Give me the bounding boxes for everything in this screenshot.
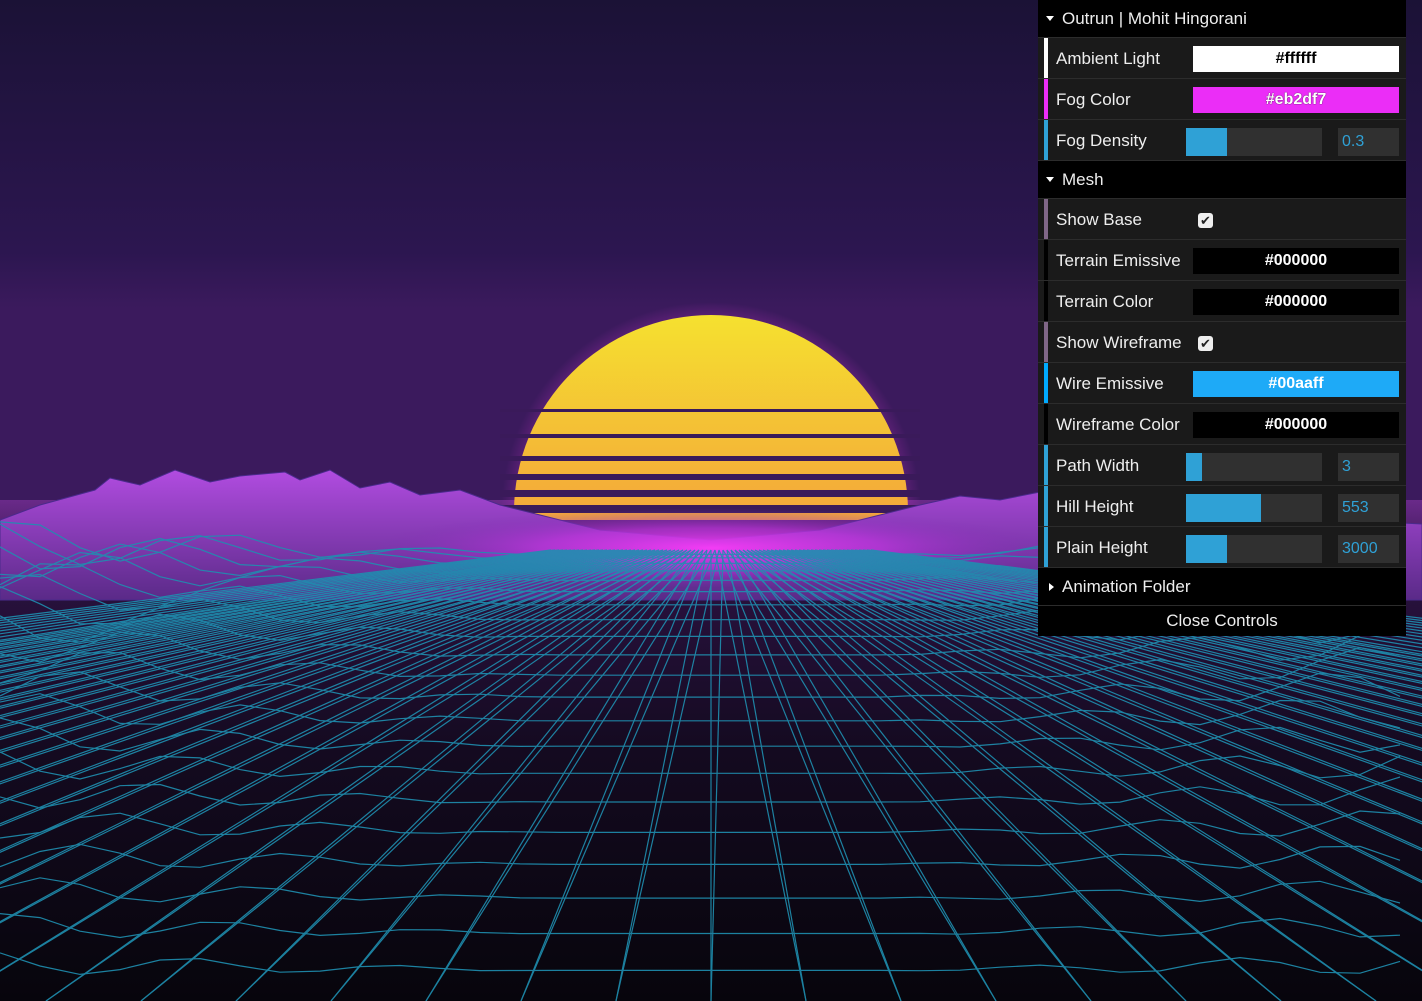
row-accent: [1044, 79, 1048, 119]
slider-fill: [1186, 494, 1261, 522]
control-label: Wireframe Color: [1056, 415, 1180, 434]
slider-fill: [1186, 453, 1203, 481]
chevron-right-icon: [1049, 582, 1054, 591]
path-width-number-input[interactable]: 3: [1338, 453, 1399, 481]
wireframe-color-input[interactable]: #000000: [1193, 412, 1399, 438]
control-label: Hill Height: [1056, 497, 1134, 516]
fog-density-slider[interactable]: [1186, 128, 1322, 156]
fog-density-number-input[interactable]: 0.3: [1338, 128, 1399, 156]
control-show-wireframe: Show Wireframe ✔: [1038, 322, 1406, 363]
control-label: Fog Density: [1056, 131, 1147, 150]
hill-height-number-input[interactable]: 553: [1338, 494, 1399, 522]
wire-emissive-color-input[interactable]: #00aaff: [1193, 371, 1399, 397]
control-show-base: Show Base ✔: [1038, 199, 1406, 240]
row-accent: [1044, 240, 1048, 280]
control-label: Wire Emissive: [1056, 374, 1164, 393]
chevron-down-icon: [1046, 16, 1054, 21]
plain-height-number-input[interactable]: 3000: [1338, 535, 1399, 563]
path-width-slider[interactable]: [1186, 453, 1322, 481]
control-terrain-color: Terrain Color #000000: [1038, 281, 1406, 322]
ambient-light-color-input[interactable]: #ffffff: [1193, 46, 1399, 72]
control-hill-height: Hill Height 553: [1038, 486, 1406, 527]
show-wireframe-checkbox[interactable]: ✔: [1198, 336, 1213, 351]
show-base-checkbox[interactable]: ✔: [1198, 213, 1213, 228]
fog-color-input[interactable]: #eb2df7: [1193, 87, 1399, 113]
folder-title-mesh[interactable]: Mesh: [1038, 161, 1406, 199]
row-accent: [1044, 445, 1048, 485]
control-label: Show Wireframe: [1056, 333, 1182, 352]
row-accent: [1044, 404, 1048, 444]
control-label: Ambient Light: [1056, 49, 1160, 68]
row-accent: [1044, 363, 1048, 403]
slider-fill: [1186, 128, 1227, 156]
folder-title-label: Animation Folder: [1062, 576, 1191, 596]
control-fog-density: Fog Density 0.3: [1038, 120, 1406, 161]
terrain-color-input[interactable]: #000000: [1193, 289, 1399, 315]
chevron-down-icon: [1046, 177, 1054, 182]
row-accent: [1044, 281, 1048, 321]
control-label: Terrain Color: [1056, 292, 1154, 311]
row-accent: [1044, 527, 1048, 567]
control-path-width: Path Width 3: [1038, 445, 1406, 486]
folder-title-label: Outrun | Mohit Hingorani: [1062, 8, 1247, 28]
row-accent: [1044, 199, 1048, 239]
control-wire-emissive: Wire Emissive #00aaff: [1038, 363, 1406, 404]
folder-title-animation[interactable]: Animation Folder: [1038, 568, 1406, 606]
hill-height-slider[interactable]: [1186, 494, 1322, 522]
folder-title-outrun[interactable]: Outrun | Mohit Hingorani: [1038, 0, 1406, 38]
control-label: Terrain Emissive: [1056, 251, 1181, 270]
control-terrain-emissive: Terrain Emissive #000000: [1038, 240, 1406, 281]
control-label: Path Width: [1056, 456, 1140, 475]
close-controls-button[interactable]: Close Controls: [1038, 606, 1406, 636]
control-label: Plain Height: [1056, 538, 1148, 557]
terrain-emissive-color-input[interactable]: #000000: [1193, 248, 1399, 274]
control-plain-height: Plain Height 3000: [1038, 527, 1406, 568]
control-fog-color: Fog Color #eb2df7: [1038, 79, 1406, 120]
slider-fill: [1186, 535, 1227, 563]
plain-height-slider[interactable]: [1186, 535, 1322, 563]
control-label: Show Base: [1056, 210, 1142, 229]
control-label: Fog Color: [1056, 90, 1131, 109]
row-accent: [1044, 120, 1048, 160]
control-ambient-light: Ambient Light #ffffff: [1038, 38, 1406, 79]
controls-panel: Outrun | Mohit Hingorani Ambient Light #…: [1038, 0, 1406, 636]
folder-title-label: Mesh: [1062, 169, 1104, 189]
row-accent: [1044, 38, 1048, 78]
row-accent: [1044, 486, 1048, 526]
control-wireframe-color: Wireframe Color #000000: [1038, 404, 1406, 445]
row-accent: [1044, 322, 1048, 362]
